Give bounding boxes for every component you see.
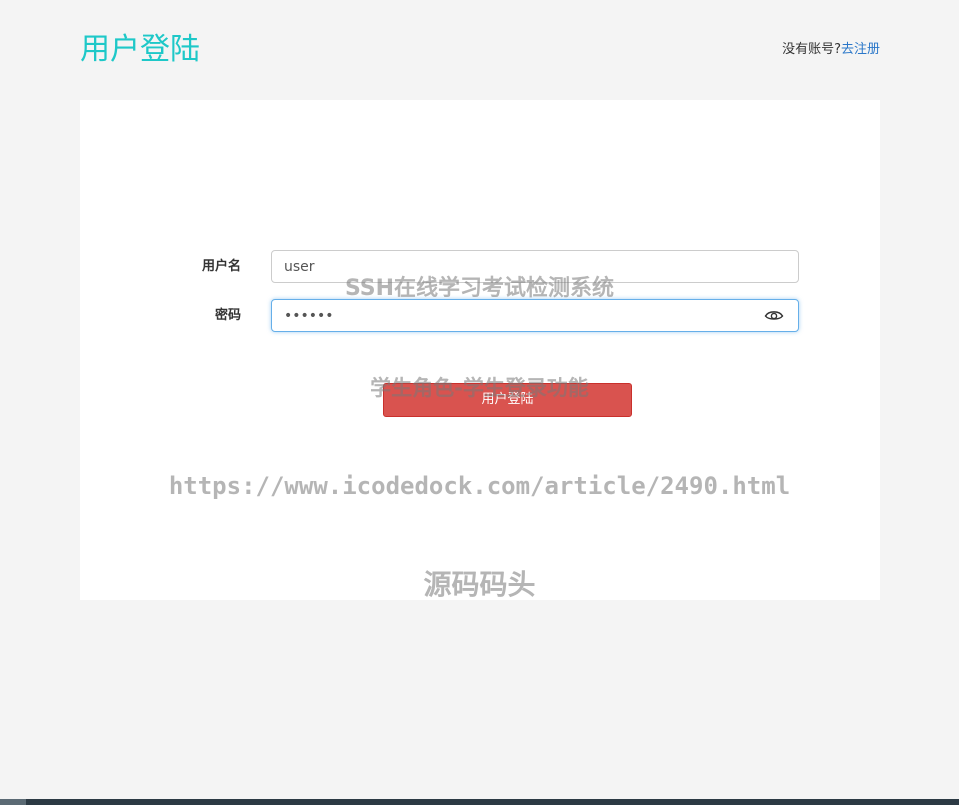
login-button[interactable]: 用户登陆 [383,383,632,417]
password-input[interactable] [272,300,766,331]
username-input[interactable] [272,251,766,282]
register-link[interactable]: 去注册 [841,42,880,57]
bottom-bar-left [0,799,26,805]
eye-icon[interactable] [764,308,784,324]
eye-icon-svg [764,311,784,320]
password-label: 密码 [214,308,241,323]
register-area: 没有账号?去注册 [782,41,880,59]
no-account-text: 没有账号? [782,42,841,57]
login-card: 用户名 密码 用户登陆 [80,100,880,600]
page-title: 用户登陆 [80,32,200,67]
username-label: 用户名 [201,259,241,274]
password-field[interactable] [271,299,799,332]
username-field[interactable] [271,250,799,283]
bottom-bar [26,799,959,805]
